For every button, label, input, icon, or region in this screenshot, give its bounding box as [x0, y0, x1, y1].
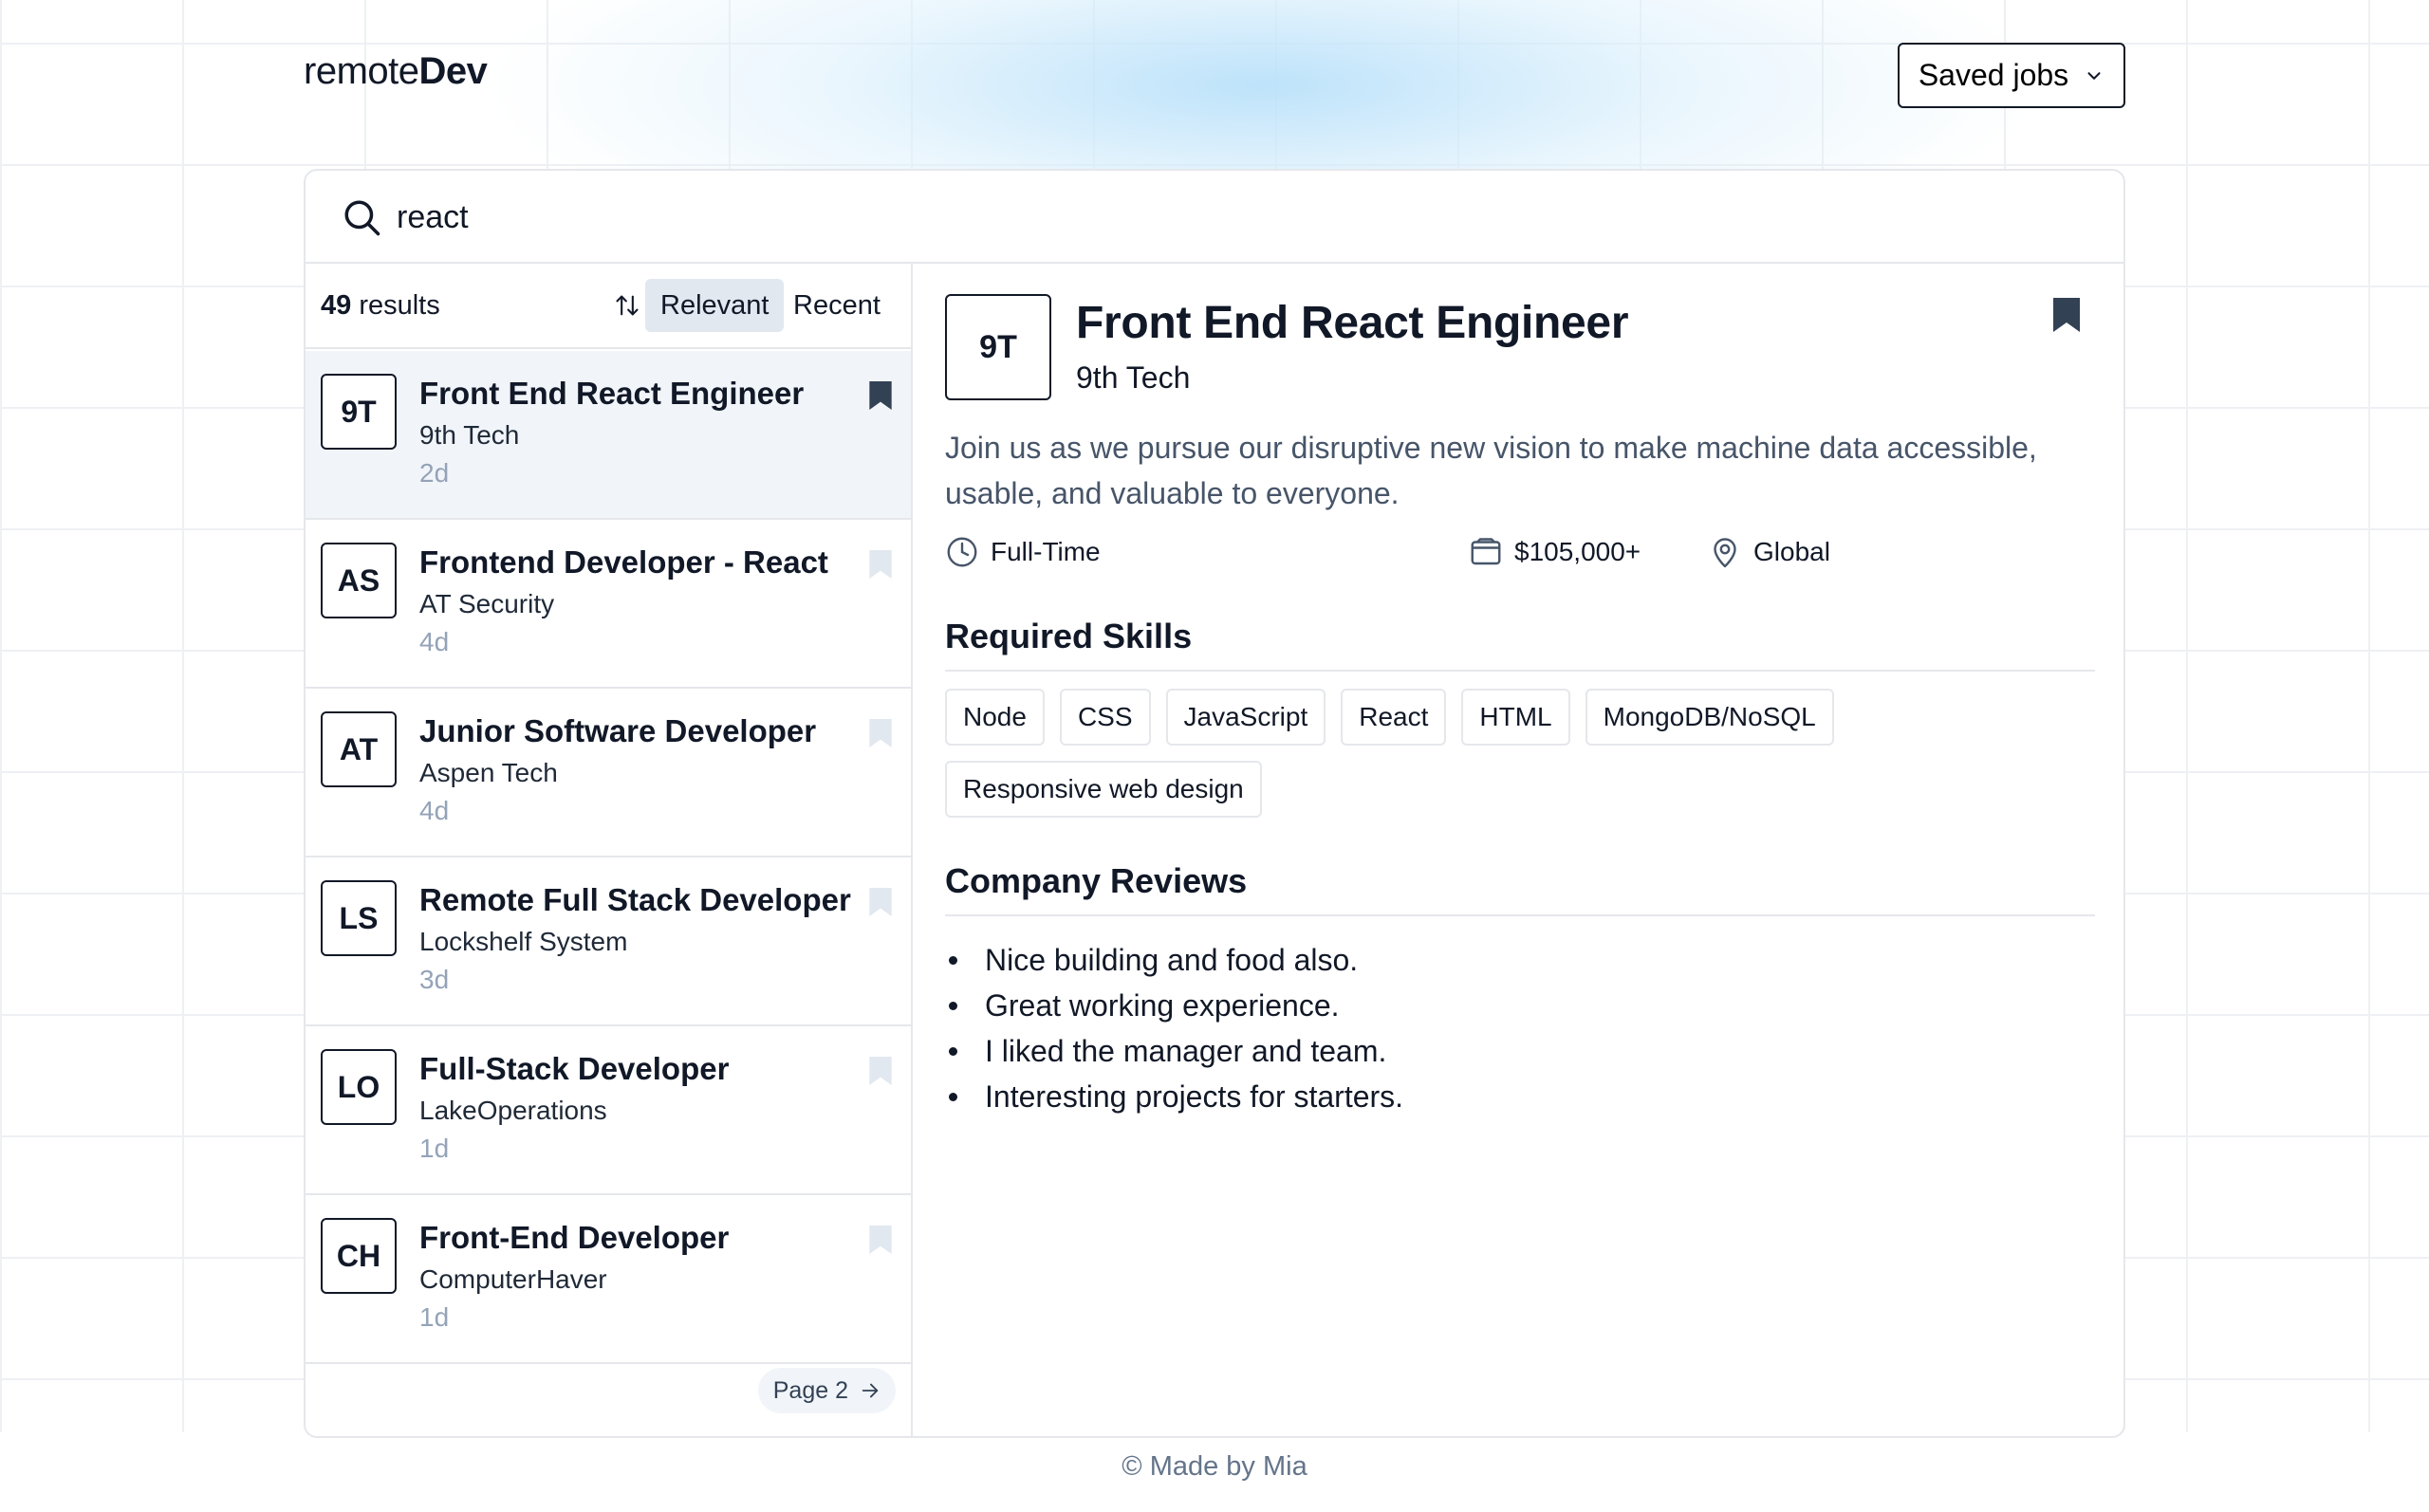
location-text: Global — [1753, 537, 1830, 566]
skill-tag: MongoDB/NoSQL — [1585, 689, 1834, 746]
job-age: 1d — [419, 1302, 450, 1332]
skill-tag: Node — [945, 689, 1045, 746]
job-company: AT Security — [419, 589, 555, 618]
sort-icon — [616, 295, 639, 316]
job-company: Aspen Tech — [419, 758, 558, 787]
job-company: LakeOperations — [419, 1096, 607, 1125]
search-input[interactable] — [397, 192, 2010, 243]
bookmark-icon[interactable] — [869, 550, 892, 579]
result-count: 49 results — [321, 290, 440, 321]
reviews-list: Nice building and food also. Great workin… — [945, 937, 2084, 1119]
search-icon — [344, 200, 380, 236]
job-company: ComputerHaver — [419, 1264, 607, 1294]
sort-recent-button[interactable]: Recent — [778, 279, 896, 332]
company-badge: AT — [321, 711, 397, 787]
job-age: 3d — [419, 965, 450, 994]
job-detail-company: 9th Tech — [1076, 360, 1191, 395]
job-company: Lockshelf System — [419, 927, 628, 956]
skill-tag: HTML — [1461, 689, 1570, 746]
job-title: Full-Stack Developer — [419, 1051, 730, 1086]
company-badge: 9T — [321, 374, 397, 450]
skill-tag: JavaScript — [1165, 689, 1326, 746]
job-detail-title: Front End React Engineer — [1076, 298, 1629, 348]
company-badge: LO — [321, 1049, 397, 1125]
footer: © Made by Mia — [1122, 1451, 1307, 1482]
job-age: 1d — [419, 1134, 450, 1163]
search-bar — [306, 171, 2123, 264]
bookmark-icon[interactable] — [869, 1057, 892, 1085]
bookmark-icon[interactable] — [869, 1226, 892, 1254]
next-page-button[interactable]: Page 2 — [757, 1368, 896, 1413]
bookmark-icon[interactable] — [869, 381, 892, 410]
company-badge: 9T — [945, 294, 1051, 400]
logo[interactable]: remoteDev — [304, 50, 488, 93]
job-title: Remote Full Stack Developer — [419, 882, 851, 917]
bookmark-icon[interactable] — [2053, 298, 2080, 332]
company-badge: CH — [321, 1218, 397, 1294]
location: Global — [1708, 535, 1830, 569]
clock-icon — [947, 537, 977, 567]
skills-list: Node CSS JavaScript React HTML MongoDB/NoSQL R… — [945, 689, 2112, 818]
location-pin-icon — [1714, 538, 1736, 568]
next-page-label: Page 2 — [772, 1376, 848, 1404]
skill-tag: Responsive web design — [945, 761, 1262, 818]
company-badge: LS — [321, 880, 397, 956]
skill-tag: React — [1341, 689, 1447, 746]
job-list-item[interactable]: LO Full-Stack Developer LakeOperations 1d — [306, 1026, 911, 1195]
chevron-down-icon — [2087, 71, 2101, 80]
wallet-icon — [1471, 538, 1501, 565]
job-title: Frontend Developer - React — [419, 544, 828, 580]
arrow-right-icon — [862, 1383, 879, 1398]
job-board-panel: 49 results Relevant Recent 9T Front End R… — [304, 169, 2125, 1438]
job-title: Junior Software Developer — [419, 713, 817, 748]
top-header: remoteDev Saved jobs — [304, 43, 2125, 109]
job-detail-panel: 9T Front End React Engineer 9th Tech Joi… — [915, 264, 2123, 1436]
list-header: 49 results Relevant Recent — [306, 264, 911, 349]
job-type-text: Full-Time — [991, 537, 1101, 566]
skill-tag: CSS — [1059, 689, 1151, 746]
saved-jobs-label: Saved jobs — [1918, 58, 2069, 92]
job-list-item[interactable]: CH Front-End Developer ComputerHaver 1d — [306, 1195, 911, 1364]
review-item: Interesting projects for starters. — [945, 1074, 2084, 1119]
saved-jobs-button[interactable]: Saved jobs — [1898, 43, 2125, 108]
job-age: 4d — [419, 796, 450, 825]
job-title: Front End React Engineer — [419, 376, 805, 411]
job-company: 9th Tech — [419, 420, 520, 450]
salary-text: $105,000+ — [1514, 537, 1641, 566]
review-item: Great working experience. — [945, 983, 2084, 1028]
job-list-item[interactable]: LS Remote Full Stack Developer Lockshelf S… — [306, 857, 911, 1026]
review-item: I liked the manager and team. — [945, 1028, 2084, 1074]
salary: $105,000+ — [1469, 535, 1641, 569]
review-item: Nice building and food also. — [945, 937, 2084, 983]
job-list-item[interactable]: 9T Front End React Engineer 9th Tech 2d — [306, 351, 911, 520]
job-list-panel: 49 results Relevant Recent 9T Front End R… — [306, 264, 913, 1436]
required-skills-heading: Required Skills — [945, 617, 2095, 672]
job-age: 4d — [419, 627, 450, 656]
sort-relevant-button[interactable]: Relevant — [645, 279, 785, 332]
bookmark-icon[interactable] — [869, 719, 892, 747]
job-list-item[interactable]: AT Junior Software Developer Aspen Tech 4d — [306, 689, 911, 857]
job-description: Join us as we pursue our disruptive new … — [945, 431, 2037, 510]
job-list-item[interactable]: AS Frontend Developer - React AT Security 4… — [306, 520, 911, 689]
bookmark-icon[interactable] — [869, 888, 892, 916]
company-reviews-heading: Company Reviews — [945, 861, 2095, 916]
company-badge: AS — [321, 543, 397, 618]
pagination: Page 2 — [306, 1353, 911, 1436]
job-title: Front-End Developer — [419, 1220, 730, 1255]
job-age: 2d — [419, 458, 450, 488]
job-type: Full-Time — [945, 535, 1101, 569]
